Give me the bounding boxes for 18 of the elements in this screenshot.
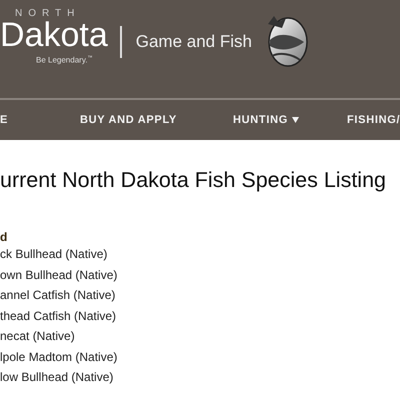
nav-link[interactable]: BUY AND APPLY xyxy=(80,114,177,126)
nav-link[interactable]: FISHING/ xyxy=(347,114,400,126)
nav-link[interactable]: E xyxy=(0,114,8,126)
page-title: urrent North Dakota Fish Species Listing xyxy=(0,168,387,193)
species-item: thead Catfish (Native) xyxy=(0,308,118,323)
species-item: low Bullhead (Native) xyxy=(0,370,114,384)
nav-link[interactable]: HUNTING xyxy=(233,114,300,126)
logo-wordmark: Dakota xyxy=(0,18,108,52)
logo-wordmark-top: NORTH xyxy=(15,8,82,19)
species-item: own Bullhead (Native) xyxy=(0,268,118,282)
species-item: ck Bullhead (Native) xyxy=(0,247,108,262)
group-heading: d xyxy=(0,230,8,244)
agency-name: Game and Fish xyxy=(136,32,252,52)
logo-tagline: Be Legendary.$^{™}$ xyxy=(36,55,94,65)
species-item: annel Catfish (Native) xyxy=(0,288,116,302)
caret-icon xyxy=(292,117,300,123)
species-item: lpole Madtom (Native) xyxy=(0,350,118,364)
species-item: necat (Native) xyxy=(0,329,76,344)
